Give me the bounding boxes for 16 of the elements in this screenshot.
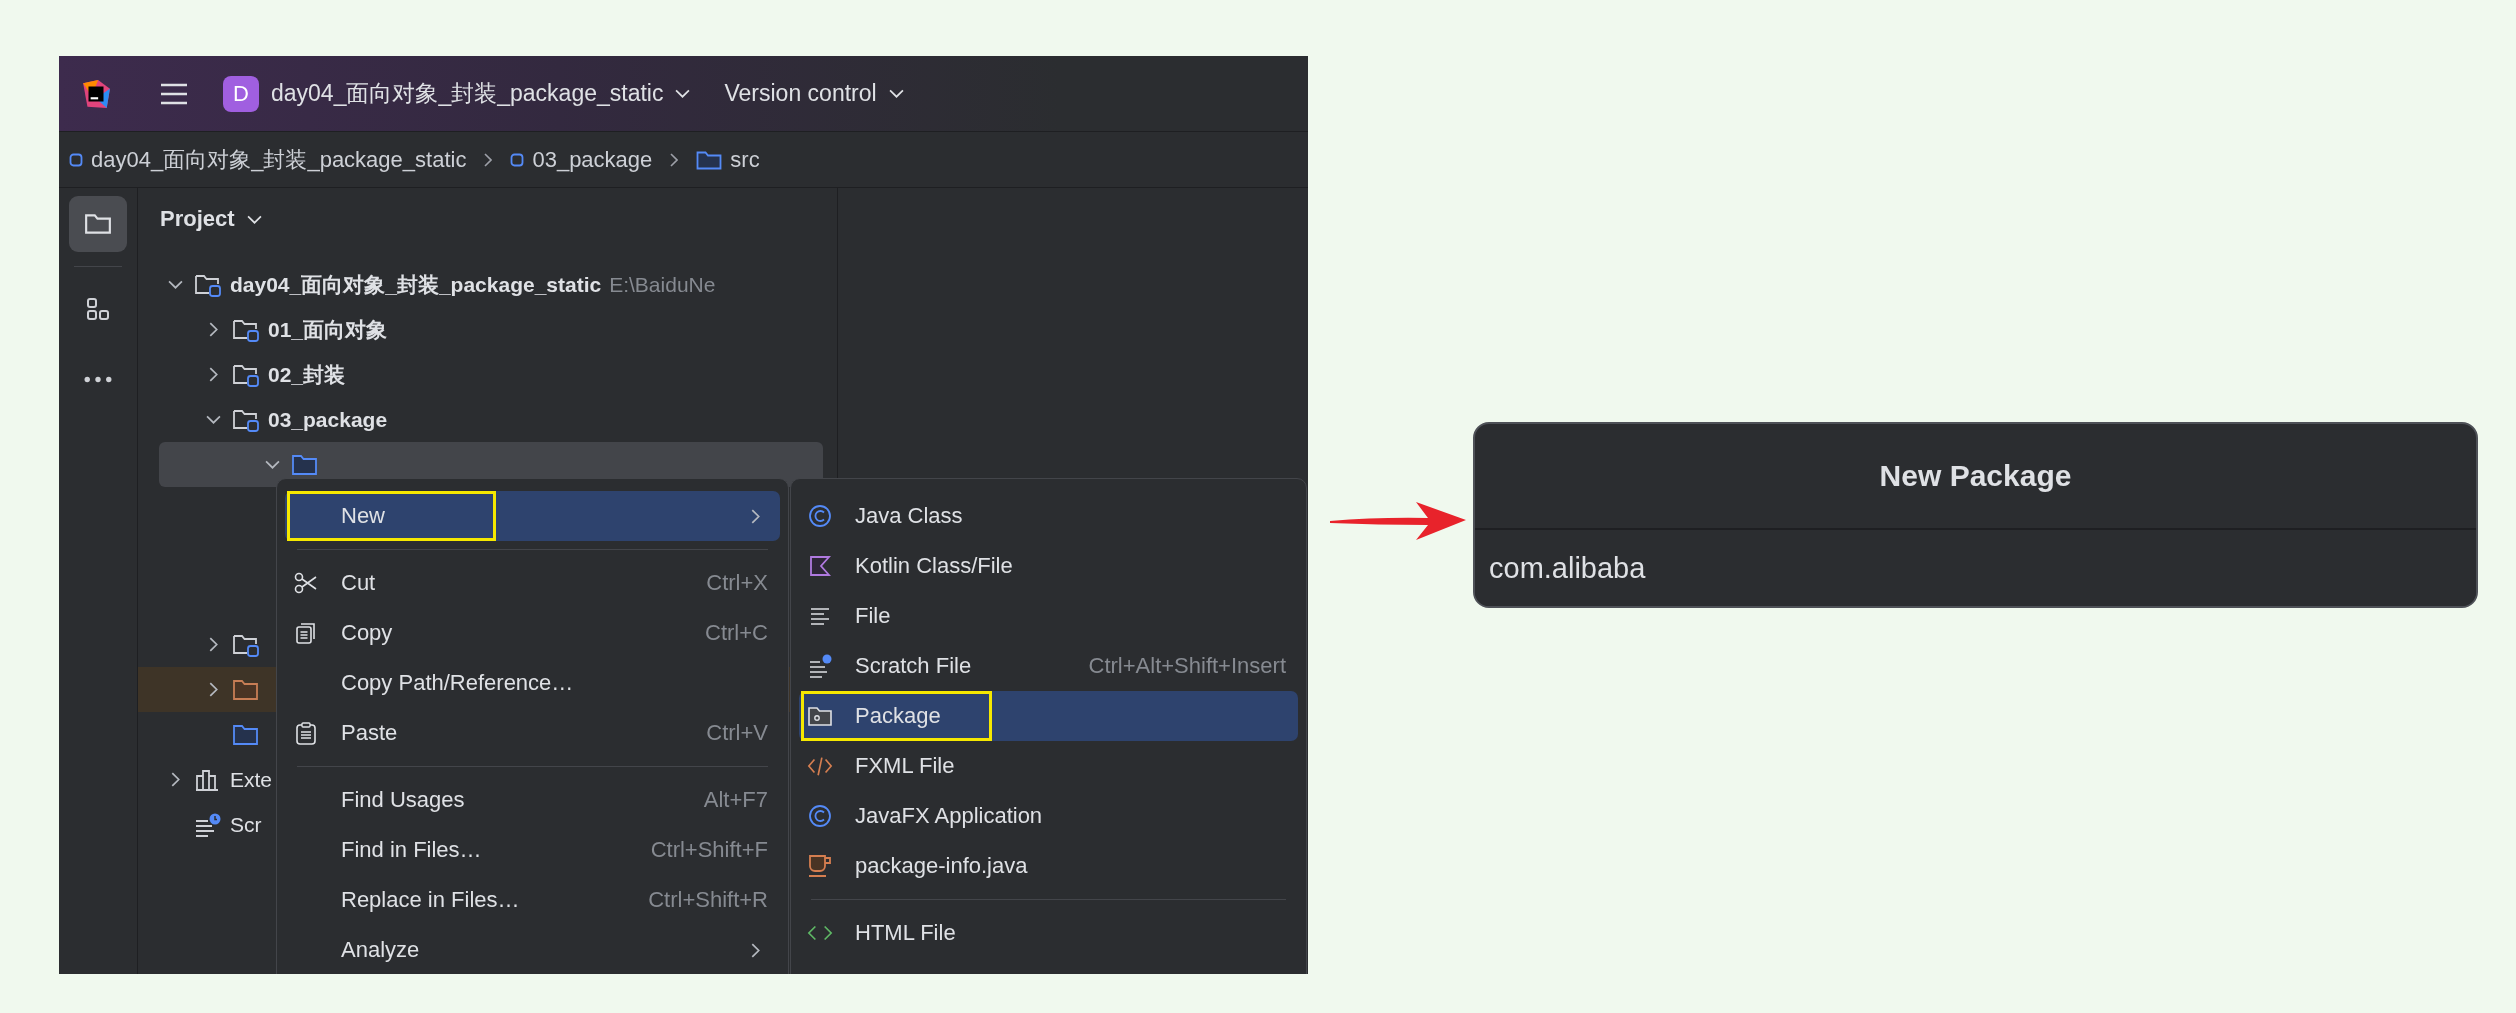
shortcut-text: Ctrl+Shift+R — [648, 887, 768, 913]
shortcut-text: Ctrl+V — [706, 720, 768, 746]
tree-label: day04_面向对象_封装_package_static — [230, 271, 602, 298]
shortcut-text: Ctrl+C — [705, 620, 768, 646]
tree-label: 02_封装 — [268, 361, 346, 388]
tree-label: 03_package — [268, 407, 388, 432]
tree-label: Exte — [230, 767, 273, 792]
project-name: day04_面向对象_封装_package_static — [271, 79, 664, 108]
path-text: E:\BaiduNe — [609, 272, 716, 297]
shortcut-text: Ctrl+Shift+F — [650, 837, 768, 863]
shortcut-text: Alt+F7 — [703, 787, 768, 813]
shortcut-text: Ctrl+X — [706, 570, 768, 596]
project-badge: D — [223, 75, 259, 112]
shortcut-text: Ctrl+Alt+Shift+Insert — [1088, 653, 1286, 679]
tree-label: 01_面向对象 — [268, 316, 388, 343]
tree-label: Scr — [230, 812, 262, 837]
